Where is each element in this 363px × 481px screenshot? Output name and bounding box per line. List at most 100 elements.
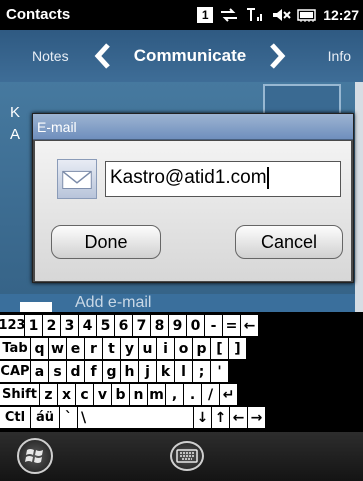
key[interactable]: j [139,361,156,382]
key[interactable]: l [175,361,192,382]
key[interactable]: d [67,361,84,382]
key[interactable]: Ctl [0,407,30,428]
app-title[interactable]: Contacts [6,6,70,23]
keyboard-row: Ctl áü ` \ ↓ ↑ ← → [0,407,266,429]
bottom-bar [0,432,363,481]
keyboard-row: CAP a s d f g h j k l; ' [0,361,229,383]
key[interactable]: 3 [61,315,78,336]
dialog-title: E-mail [37,119,77,135]
key[interactable]: Shift [0,384,39,405]
key[interactable]: c [76,384,93,405]
key[interactable]: k [157,361,174,382]
key[interactable]: - [205,315,222,336]
email-field-value: Kastro@atid1.com [110,167,267,189]
key[interactable]: z [40,384,57,405]
key[interactable]: [ [211,338,228,359]
key[interactable]: ' [211,361,228,382]
key[interactable]: áü [31,407,59,428]
key[interactable]: 2 [43,315,60,336]
key[interactable]: ← [241,315,258,336]
key[interactable]: → [248,407,265,428]
clock[interactable]: 12:27 [323,7,359,23]
key[interactable]: ↵ [220,384,237,405]
key[interactable]: w [49,338,66,359]
add-email-label: Add e-mail [75,294,152,311]
key[interactable]: b [112,384,129,405]
name-line-2: A [10,126,21,143]
pivot-item-notes[interactable]: Notes [32,48,69,64]
text-cursor [266,167,269,189]
key[interactable]: o [175,338,192,359]
key[interactable]: 0 [187,315,204,336]
done-button[interactable]: Done [51,225,161,259]
scrollbar[interactable] [355,82,363,312]
soft-keyboard: 123 1 2 3 4 5 6 7 8 9 0- = ← Tab q w e r t y u i o p[] CAP a s d f g h… [0,312,363,432]
sync-icon[interactable] [219,7,239,23]
key[interactable]: ] [229,338,246,359]
battery-icon[interactable] [297,7,317,23]
dialog-body: Kastro@atid1.com Done Cancel [35,141,351,281]
chevron-right-icon[interactable] [266,42,288,70]
key[interactable]: 123 [0,315,26,336]
volume-mute-icon[interactable] [271,7,291,23]
key[interactable]: n [130,384,147,405]
key[interactable]: g [103,361,120,382]
windows-logo-icon [25,449,43,463]
cancel-button[interactable]: Cancel [235,225,343,259]
key[interactable]: f [85,361,102,382]
key[interactable]: / [202,384,219,405]
key[interactable]: s [49,361,66,382]
key[interactable]: 5 [97,315,114,336]
pivot-current: Communicate [92,40,288,72]
keyboard-row: 123 1 2 3 4 5 6 7 8 9 0- = ← [0,315,259,337]
key[interactable]: m [148,384,165,405]
keyboard-toggle-button[interactable] [170,441,204,471]
key[interactable]: . [184,384,201,405]
key[interactable]: ↑ [212,407,229,428]
key[interactable]: 7 [133,315,150,336]
key[interactable]: Tab [0,338,30,359]
key[interactable]: CAP [0,361,30,382]
pivot-item-info[interactable]: Info [328,48,351,64]
key[interactable]: 8 [151,315,168,336]
key[interactable]: e [67,338,84,359]
key[interactable]: x [58,384,75,405]
key[interactable]: ; [193,361,210,382]
key[interactable]: 1 [25,315,42,336]
pivot-title: Communicate [133,46,247,65]
start-button[interactable] [17,438,53,474]
key[interactable]: u [139,338,156,359]
keyboard-row: Shift z x c v b n m,. / ↵ [0,384,238,406]
key[interactable]: h [121,361,138,382]
key[interactable]: , [166,384,183,405]
status-bar: Contacts 1 12:27 [0,0,363,30]
pivot-header: Notes Communicate Info [0,30,363,82]
key[interactable]: ` [60,407,77,428]
key[interactable]: ← [230,407,247,428]
email-field[interactable]: Kastro@atid1.com [105,161,341,197]
key[interactable]: q [31,338,48,359]
key[interactable]: ↓ [194,407,211,428]
key[interactable]: v [94,384,111,405]
key[interactable]: i [157,338,174,359]
chevron-left-icon[interactable] [92,42,114,70]
key[interactable]: p [193,338,210,359]
email-icon [20,302,52,312]
signal-icon[interactable] [245,7,265,23]
key[interactable]: y [121,338,138,359]
notification-badge[interactable]: 1 [197,7,214,23]
key[interactable]: r [85,338,102,359]
key[interactable]: 9 [169,315,186,336]
status-icons: 1 12:27 [197,5,359,25]
contact-name-partial: K A [10,102,20,146]
key[interactable]: 4 [79,315,96,336]
keyboard-row: Tab q w e r t y u i o p[] [0,338,247,360]
key[interactable]: = [223,315,240,336]
key[interactable]: a [31,361,48,382]
name-line-1: K [10,104,21,121]
key[interactable]: 6 [115,315,132,336]
add-email-row[interactable]: Add e-mail [0,294,355,312]
dialog-titlebar: E-mail [33,114,353,140]
key[interactable]: t [103,338,120,359]
key[interactable]: \ [78,407,193,428]
